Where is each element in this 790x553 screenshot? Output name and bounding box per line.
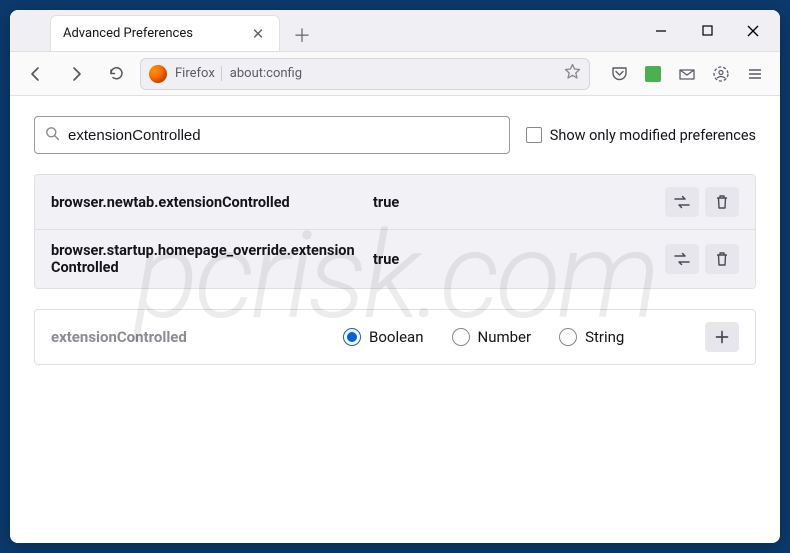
pref-value: true bbox=[373, 251, 653, 268]
add-pref-block: extensionControlled Boolean Number Strin… bbox=[34, 309, 756, 365]
search-input[interactable] bbox=[68, 127, 499, 144]
checkbox-icon bbox=[526, 127, 542, 143]
window-controls bbox=[638, 10, 780, 52]
type-radio-group: Boolean Number String bbox=[343, 328, 693, 346]
minimize-button[interactable] bbox=[638, 10, 684, 52]
bookmark-star-icon[interactable] bbox=[564, 63, 581, 84]
menu-icon[interactable] bbox=[740, 59, 770, 89]
radio-label: Boolean bbox=[369, 328, 424, 346]
back-button[interactable] bbox=[20, 58, 52, 90]
pref-actions bbox=[665, 244, 739, 274]
prefs-list: browser.newtab.extensionControlled true … bbox=[34, 174, 756, 289]
add-button[interactable] bbox=[705, 322, 739, 352]
tab-title: Advanced Preferences bbox=[63, 26, 249, 41]
forward-button[interactable] bbox=[60, 58, 92, 90]
firefox-logo-icon bbox=[149, 65, 167, 83]
table-row: browser.startup.homepage_override.extens… bbox=[35, 230, 755, 288]
pref-name: browser.newtab.extensionControlled bbox=[51, 194, 361, 211]
delete-button[interactable] bbox=[705, 244, 739, 274]
modified-only-toggle[interactable]: Show only modified preferences bbox=[526, 127, 756, 144]
close-icon[interactable]: ✕ bbox=[249, 25, 267, 43]
radio-number[interactable]: Number bbox=[452, 328, 532, 346]
maximize-button[interactable] bbox=[684, 10, 730, 52]
new-tab-button[interactable]: ＋ bbox=[286, 19, 318, 51]
browser-window: Advanced Preferences ✕ ＋ bbox=[10, 10, 780, 543]
url-text: about:config bbox=[230, 66, 556, 81]
titlebar: Advanced Preferences ✕ ＋ bbox=[10, 10, 780, 52]
mail-icon[interactable] bbox=[672, 59, 702, 89]
radio-icon bbox=[559, 328, 577, 346]
radio-string[interactable]: String bbox=[559, 328, 624, 346]
pocket-icon[interactable] bbox=[604, 59, 634, 89]
add-pref-name: extensionControlled bbox=[51, 328, 331, 346]
radio-icon bbox=[452, 328, 470, 346]
radio-label: Number bbox=[478, 328, 532, 346]
close-button[interactable] bbox=[730, 10, 776, 52]
reload-button[interactable] bbox=[100, 58, 132, 90]
pref-name: browser.startup.homepage_override.extens… bbox=[51, 242, 361, 276]
search-box[interactable] bbox=[34, 116, 510, 154]
account-icon[interactable] bbox=[706, 59, 736, 89]
table-row: browser.newtab.extensionControlled true bbox=[35, 175, 755, 230]
delete-button[interactable] bbox=[705, 187, 739, 217]
pref-actions bbox=[665, 187, 739, 217]
add-pref-row: extensionControlled Boolean Number Strin… bbox=[35, 310, 755, 364]
search-icon bbox=[45, 126, 60, 145]
tab-active[interactable]: Advanced Preferences ✕ bbox=[50, 15, 280, 51]
tab-strip: Advanced Preferences ✕ ＋ bbox=[10, 10, 638, 51]
toolbar-actions bbox=[598, 59, 770, 89]
address-bar[interactable]: Firefox about:config bbox=[140, 58, 590, 90]
modified-only-label: Show only modified preferences bbox=[550, 127, 756, 144]
radio-icon bbox=[343, 328, 361, 346]
extension-icon[interactable] bbox=[638, 59, 668, 89]
radio-label: String bbox=[585, 328, 624, 346]
brand-label: Firefox bbox=[175, 66, 222, 81]
pref-value: true bbox=[373, 194, 653, 211]
toggle-button[interactable] bbox=[665, 187, 699, 217]
search-row: Show only modified preferences bbox=[34, 116, 756, 154]
radio-boolean[interactable]: Boolean bbox=[343, 328, 424, 346]
toggle-button[interactable] bbox=[665, 244, 699, 274]
toolbar: Firefox about:config bbox=[10, 52, 780, 96]
about-config-content: Show only modified preferences browser.n… bbox=[10, 96, 780, 543]
